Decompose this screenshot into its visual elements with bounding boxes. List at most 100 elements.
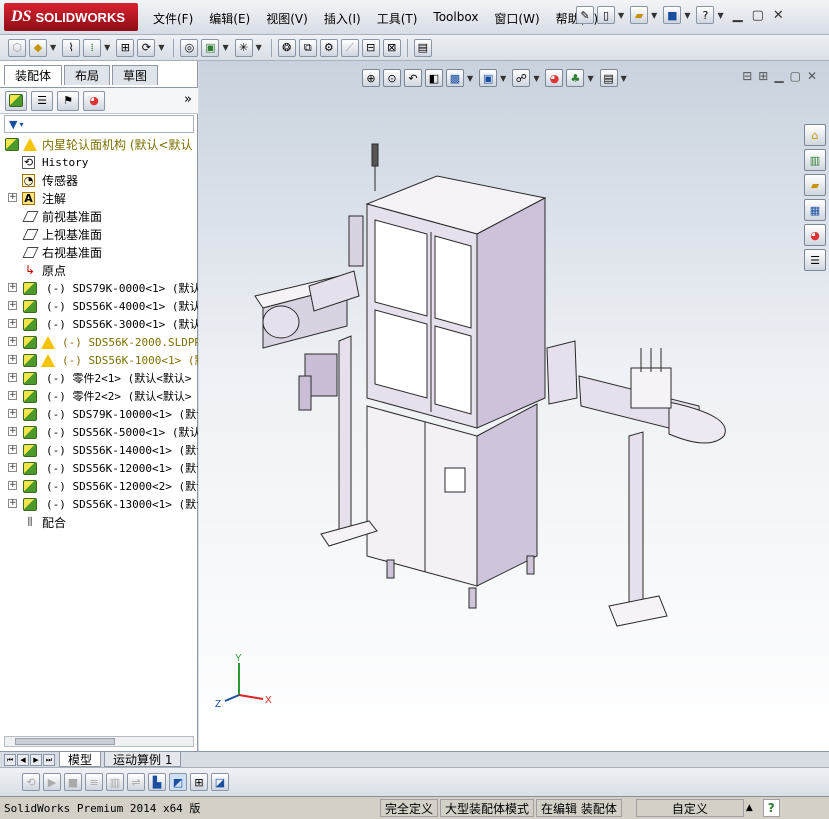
interference-detection-icon[interactable]: ⚙: [319, 38, 338, 57]
assembly-features-icon[interactable]: ▣: [201, 38, 220, 57]
prev-tab-icon[interactable]: ◀: [17, 753, 29, 766]
apply-scene-icon[interactable]: ♣: [566, 69, 585, 87]
viewport-restore-icon[interactable]: ▢: [790, 69, 801, 83]
menu-edit[interactable]: 编辑(E): [202, 8, 257, 29]
tree-item-top-plane[interactable]: 上视基准面: [0, 225, 198, 243]
section-view-icon[interactable]: ◧: [425, 69, 443, 87]
show-hidden-icon[interactable]: ◎: [180, 38, 199, 57]
move-component-icon[interactable]: ⟳: [137, 38, 156, 57]
results-plot-icon[interactable]: ▙: [148, 773, 166, 791]
tree-component[interactable]: + (-) SDS56K-13000<1> (默认: [0, 495, 198, 513]
scene-dropdown-icon[interactable]: ▼: [587, 74, 593, 83]
menu-window[interactable]: 窗口(W): [487, 8, 546, 29]
motion-study-properties-icon[interactable]: ◩: [169, 773, 187, 791]
expand-toggle[interactable]: +: [8, 283, 17, 292]
appearance-manager-icon[interactable]: ◕: [83, 90, 105, 111]
scrollbar-thumb[interactable]: [15, 738, 115, 745]
expand-toggle[interactable]: +: [8, 193, 17, 202]
menu-toolbox[interactable]: Toolbox: [426, 8, 485, 29]
viewport-close-icon[interactable]: ✕: [807, 69, 817, 83]
tab-sketch[interactable]: 草图: [112, 65, 159, 85]
tab-motion-study[interactable]: 运动算例 1: [104, 752, 182, 767]
collapse-manager-icon[interactable]: ◪: [211, 773, 229, 791]
expand-toggle[interactable]: +: [8, 481, 17, 490]
first-tab-icon[interactable]: ⏮: [4, 753, 16, 766]
split-horizontal-icon[interactable]: ⊟: [742, 69, 752, 83]
open-folder-icon[interactable]: ▰: [630, 6, 649, 24]
reference-dropdown-icon[interactable]: ▼: [256, 43, 262, 52]
expand-toggle[interactable]: +: [8, 409, 17, 418]
solidworks-logo[interactable]: DS SOLIDWORKS: [4, 3, 138, 31]
tree-horizontal-scrollbar[interactable]: [4, 736, 194, 747]
timeline-icon[interactable]: ≡: [85, 773, 103, 791]
menu-view[interactable]: 视图(V): [259, 8, 315, 29]
view-settings-icon[interactable]: ▤: [599, 69, 618, 87]
open-dropdown-icon[interactable]: ▼: [651, 11, 657, 20]
menu-insert[interactable]: 插入(I): [317, 8, 368, 29]
help-question-icon[interactable]: ?: [696, 6, 715, 24]
hole-alignment-icon[interactable]: ⊟: [361, 38, 380, 57]
expand-toggle[interactable]: +: [8, 463, 17, 472]
exploded-view-icon[interactable]: ⧉: [298, 38, 317, 57]
tree-component-warning[interactable]: + (-) SDS56K-1000<1> (默认: [0, 351, 198, 369]
help-status-icon[interactable]: ?: [762, 799, 780, 817]
zoom-to-area-icon[interactable]: ⊙: [383, 69, 401, 87]
next-tab-icon[interactable]: ▶: [30, 753, 42, 766]
appearances-scenes-icon[interactable]: ◕: [804, 224, 826, 246]
design-library-icon[interactable]: ▥: [804, 149, 826, 171]
keypoints-icon[interactable]: ▥: [106, 773, 124, 791]
tree-component[interactable]: + (-) SDS56K-12000<2> (默认: [0, 477, 198, 495]
tree-item-mates[interactable]: ⫴ 配合: [0, 513, 198, 531]
tree-item-origin[interactable]: ↳ 原点: [0, 261, 198, 279]
expand-toggle[interactable]: +: [8, 391, 17, 400]
large-assembly-icon[interactable]: ▤: [413, 38, 432, 57]
smart-fasteners-icon[interactable]: ⊞: [116, 38, 135, 57]
tree-component[interactable]: + (-) SDS56K-4000<1> (默认<: [0, 297, 198, 315]
move-dropdown-icon[interactable]: ▼: [158, 43, 164, 52]
pin-icon[interactable]: ✎: [576, 6, 594, 24]
edit-appearance-icon[interactable]: ◕: [545, 69, 564, 87]
tab-layout[interactable]: 布局: [64, 65, 111, 85]
stop-icon[interactable]: ■: [64, 773, 82, 791]
status-large-assembly-mode[interactable]: 大型装配体模式: [440, 799, 535, 817]
new-dropdown-icon[interactable]: ▼: [618, 11, 624, 20]
tree-component[interactable]: + (-) SDS56K-3000<1> (默认<: [0, 315, 198, 333]
menu-file[interactable]: 文件(F): [146, 8, 200, 29]
mate-icon[interactable]: ⌇: [62, 38, 81, 57]
tree-filter[interactable]: ▼ ▾: [4, 115, 194, 133]
tree-component[interactable]: + (-) SDS79K-10000<1> (默认: [0, 405, 198, 423]
tree-item-front-plane[interactable]: 前视基准面: [0, 207, 198, 225]
zoom-to-fit-icon[interactable]: ⊕: [362, 69, 380, 87]
save-icon[interactable]: ■: [663, 6, 682, 24]
graphics-area[interactable]: ⊕ ⊙ ↶ ◧ ▩ ▼ ▣ ▼ ☍ ▼ ◕ ♣ ▼ ▤ ▼ ⊟ ⊞ ▁ ▢ ✕ ⌂ ▥ ▰…: [199, 61, 829, 751]
hide-show-dropdown-icon[interactable]: ▼: [533, 74, 539, 83]
features-dropdown-icon[interactable]: ▼: [222, 43, 228, 52]
play-icon[interactable]: ▶: [43, 773, 61, 791]
clearance-icon[interactable]: ⟋: [340, 38, 359, 57]
last-tab-icon[interactable]: ⏭: [43, 753, 55, 766]
previous-view-icon[interactable]: ↶: [404, 69, 422, 87]
tree-component[interactable]: + (-) SDS56K-12000<1> (默认: [0, 459, 198, 477]
tree-item-sensors[interactable]: ◔ 传感器: [0, 171, 198, 189]
solidworks-resources-icon[interactable]: ⌂: [804, 124, 826, 146]
expand-toggle[interactable]: +: [8, 499, 17, 508]
units-dropdown-icon[interactable]: ▲: [746, 803, 753, 813]
assembly-3d-model[interactable]: [229, 136, 729, 636]
split-vertical-icon[interactable]: ⊞: [758, 69, 768, 83]
tree-component[interactable]: + (-) SDS56K-14000<1> (默认: [0, 441, 198, 459]
tree-component[interactable]: + (-) 零件2<2> (默认<默认>: [0, 387, 198, 405]
menu-tools[interactable]: 工具(T): [370, 8, 425, 29]
expand-toggle[interactable]: +: [8, 319, 17, 328]
expand-toggle[interactable]: +: [8, 427, 17, 436]
tree-root[interactable]: 内星轮认面机构 (默认<默认: [0, 135, 198, 153]
pattern-icon[interactable]: ⁞: [83, 38, 102, 57]
pattern-dropdown-icon[interactable]: ▼: [104, 43, 110, 52]
configurationmanager-icon[interactable]: ⚑: [57, 90, 79, 111]
featuremanager-tree-icon[interactable]: [5, 90, 27, 111]
restore-icon[interactable]: ▢: [749, 8, 767, 23]
expand-panel-icon[interactable]: »: [184, 92, 192, 107]
minimize-icon[interactable]: ▁: [730, 8, 746, 23]
tree-item-right-plane[interactable]: 右视基准面: [0, 243, 198, 261]
instant3d-icon[interactable]: ⊠: [382, 38, 401, 57]
units-custom[interactable]: 自定义: [635, 799, 744, 817]
